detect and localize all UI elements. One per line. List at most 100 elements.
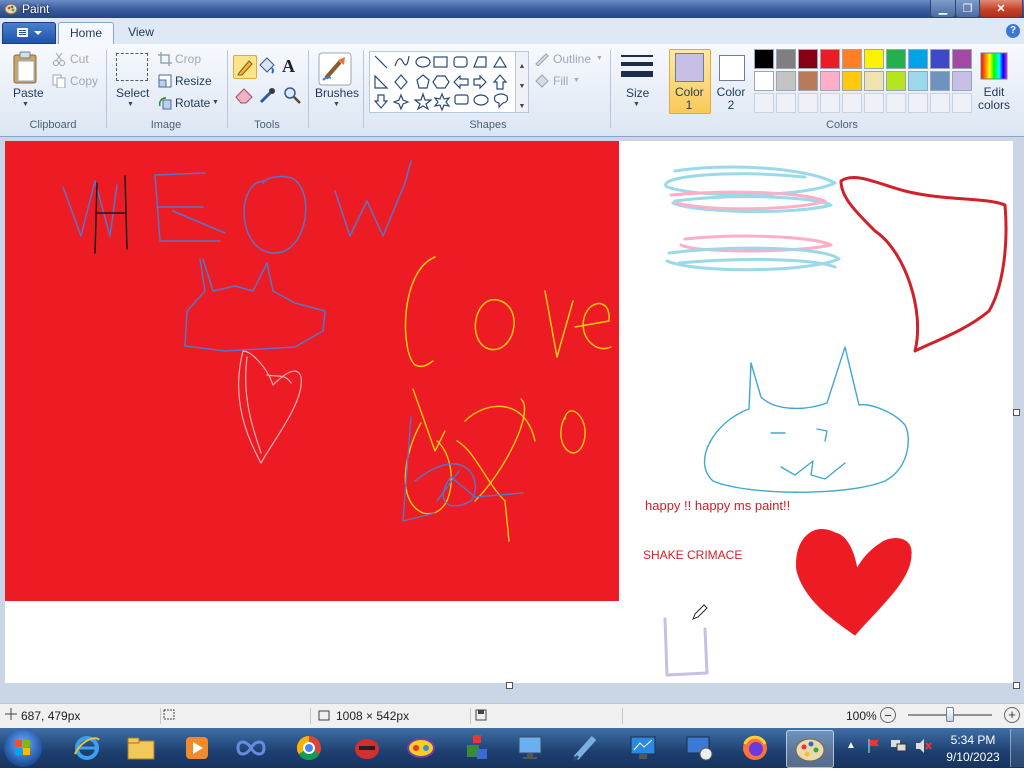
- app-taskbar-icon-brush[interactable]: [570, 731, 604, 765]
- game-taskbar-icon-colorful[interactable]: [404, 731, 438, 765]
- palette-swatch[interactable]: [776, 71, 796, 91]
- palette-swatch[interactable]: [754, 49, 774, 69]
- cut-button[interactable]: Cut: [70, 52, 89, 66]
- network-icon[interactable]: [890, 738, 908, 757]
- palette-swatch[interactable]: [886, 71, 906, 91]
- select-dropdown-icon[interactable]: ▼: [127, 101, 134, 108]
- palette-swatch-empty[interactable]: [754, 93, 774, 113]
- brushes-dropdown-icon[interactable]: ▼: [333, 101, 340, 108]
- maximize-button[interactable]: ❐: [955, 0, 980, 18]
- canvas-resize-handle-right[interactable]: [1013, 409, 1020, 416]
- rotate-dropdown-icon[interactable]: ▼: [212, 99, 219, 106]
- help-icon[interactable]: ?: [1006, 24, 1020, 38]
- paint-menu-button[interactable]: [2, 22, 56, 44]
- shapes-scroll[interactable]: ▲ ▼ ▼: [515, 51, 529, 113]
- edit-colors-icon[interactable]: [980, 52, 1008, 80]
- fill-dropdown-icon[interactable]: ▼: [573, 77, 580, 84]
- palette-swatch[interactable]: [842, 49, 862, 69]
- paste-icon[interactable]: [12, 51, 40, 85]
- computer-taskbar-icon[interactable]: [514, 731, 548, 765]
- color2-swatch[interactable]: [719, 55, 745, 81]
- close-button[interactable]: ✕: [979, 0, 1023, 18]
- copy-button[interactable]: Copy: [70, 74, 98, 88]
- palette-swatch[interactable]: [864, 49, 884, 69]
- tab-view[interactable]: View: [118, 22, 164, 44]
- palette-swatch[interactable]: [952, 71, 972, 91]
- palette-swatch[interactable]: [798, 49, 818, 69]
- app-taskbar-icon-infinity[interactable]: [234, 731, 268, 765]
- palette-swatch-empty[interactable]: [842, 93, 862, 113]
- palette-swatch-empty[interactable]: [820, 93, 840, 113]
- paste-dropdown-icon[interactable]: ▼: [22, 101, 29, 108]
- rotate-button[interactable]: Rotate: [175, 96, 210, 110]
- select-button[interactable]: Select: [116, 86, 149, 100]
- palette-swatch[interactable]: [886, 49, 906, 69]
- outline-button[interactable]: Outline: [553, 52, 591, 66]
- size-button[interactable]: Size: [626, 86, 649, 100]
- palette-swatch-empty[interactable]: [930, 93, 950, 113]
- palette-swatch-empty[interactable]: [886, 93, 906, 113]
- tab-home[interactable]: Home: [58, 22, 114, 45]
- chrome-taskbar-icon[interactable]: [292, 731, 326, 765]
- palette-swatch[interactable]: [908, 49, 928, 69]
- start-button[interactable]: [4, 729, 42, 767]
- brushes-icon[interactable]: [318, 52, 352, 86]
- firefox-taskbar-icon[interactable]: [738, 731, 772, 765]
- color-picker-tool[interactable]: [257, 85, 277, 108]
- fill-tool[interactable]: [257, 56, 277, 79]
- palette-swatch[interactable]: [820, 49, 840, 69]
- palette-swatch[interactable]: [820, 71, 840, 91]
- palette-swatch[interactable]: [930, 49, 950, 69]
- palette-swatch[interactable]: [776, 49, 796, 69]
- size-icon[interactable]: [620, 52, 654, 86]
- text-tool[interactable]: A: [282, 56, 295, 77]
- show-hidden-icons-button[interactable]: ▲: [846, 740, 856, 751]
- clock-date[interactable]: 9/10/2023: [944, 750, 1002, 764]
- shapes-gallery[interactable]: [369, 51, 529, 113]
- minimize-button[interactable]: ▁: [930, 0, 956, 18]
- color2-label[interactable]: Color 2: [716, 86, 746, 112]
- palette-swatch-empty[interactable]: [952, 93, 972, 113]
- zoom-in-button[interactable]: +: [1004, 707, 1020, 723]
- palette-swatch[interactable]: [930, 71, 950, 91]
- fill-button[interactable]: Fill: [553, 74, 568, 88]
- palette-swatch[interactable]: [754, 71, 774, 91]
- crop-button[interactable]: Crop: [175, 52, 201, 66]
- palette-swatch-empty[interactable]: [864, 93, 884, 113]
- app-taskbar-icon-shapes[interactable]: [460, 731, 494, 765]
- palette-swatch[interactable]: [908, 71, 928, 91]
- palette-swatch-empty[interactable]: [776, 93, 796, 113]
- file-explorer-taskbar-icon[interactable]: [124, 731, 158, 765]
- paste-button[interactable]: Paste: [13, 86, 44, 100]
- zoom-out-button[interactable]: −: [880, 707, 896, 723]
- palette-swatch-empty[interactable]: [798, 93, 818, 113]
- brushes-button[interactable]: Brushes: [315, 86, 359, 100]
- magnifier-tool[interactable]: [282, 85, 302, 108]
- canvas-resize-handle-bottom[interactable]: [506, 682, 513, 689]
- game-taskbar-icon-red[interactable]: [350, 731, 384, 765]
- clock-time[interactable]: 5:34 PM: [950, 733, 996, 747]
- select-icon[interactable]: [116, 53, 148, 81]
- internet-explorer-taskbar-icon[interactable]: [70, 731, 104, 765]
- action-center-flag-icon[interactable]: [866, 738, 882, 757]
- palette-swatch[interactable]: [798, 71, 818, 91]
- volume-muted-icon[interactable]: [914, 738, 932, 757]
- canvas-resize-handle-corner[interactable]: [1013, 682, 1020, 689]
- remote-desktop-taskbar-icon[interactable]: [682, 731, 716, 765]
- media-player-taskbar-icon[interactable]: [180, 731, 214, 765]
- resize-button[interactable]: Resize: [175, 74, 212, 88]
- pencil-tool[interactable]: [233, 55, 257, 79]
- eraser-tool[interactable]: [233, 85, 255, 108]
- zoom-slider-thumb[interactable]: [946, 707, 954, 722]
- show-desktop-button[interactable]: [1010, 729, 1024, 767]
- size-dropdown-icon[interactable]: ▼: [633, 101, 640, 108]
- paint-taskbar-button-active[interactable]: [786, 730, 834, 768]
- palette-swatch[interactable]: [842, 71, 862, 91]
- palette-swatch[interactable]: [864, 71, 884, 91]
- edit-colors-button[interactable]: Edit colors: [976, 86, 1012, 112]
- outline-dropdown-icon[interactable]: ▼: [596, 55, 603, 62]
- palette-swatch-empty[interactable]: [908, 93, 928, 113]
- drawing-canvas[interactable]: happy !! happy ms paint!! SHAKE CRIMACE: [5, 141, 1013, 683]
- monitor-taskbar-icon[interactable]: [626, 731, 660, 765]
- palette-swatch[interactable]: [952, 49, 972, 69]
